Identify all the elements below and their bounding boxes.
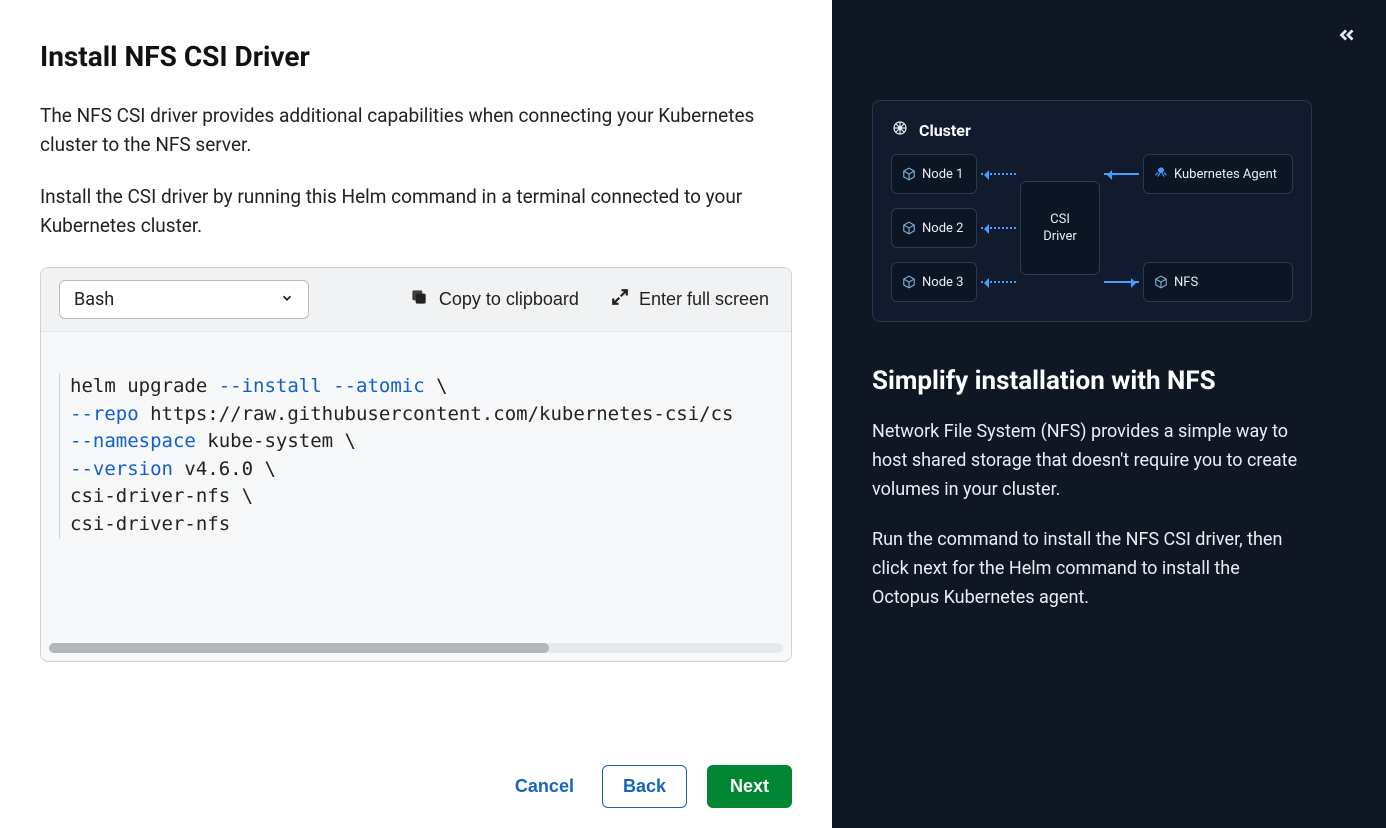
side-panel-title: Simplify installation with NFS [872,366,1346,396]
cluster-header: Cluster [891,119,1293,141]
nfs-tile: NFS [1143,262,1293,302]
cube-icon [902,167,916,181]
csi-line2: Driver [1043,229,1077,244]
node-label: Node 2 [922,221,963,236]
octopus-icon [1154,165,1168,183]
nfs-label: NFS [1174,275,1198,290]
code-block: Bash Copy to clipboard Enter full screen… [40,267,792,662]
horizontal-scrollbar[interactable] [49,643,783,653]
fullscreen-button[interactable]: Enter full screen [607,282,773,317]
next-button[interactable]: Next [707,765,792,808]
fullscreen-button-label: Enter full screen [639,289,769,310]
architecture-diagram: Cluster Node 1 CSI Driver Kubernetes Age… [872,100,1312,322]
node-tile: Node 2 [891,208,977,248]
cube-icon [902,221,916,235]
scroll-thumb[interactable] [49,643,549,653]
node-label: Node 1 [922,167,963,182]
expand-icon [611,288,629,311]
cluster-label: Cluster [919,121,971,140]
node-tile: Node 3 [891,262,977,302]
cancel-button[interactable]: Cancel [507,766,582,807]
footer-actions: Cancel Back Next [40,741,792,808]
csi-line1: CSI [1050,212,1070,227]
cube-icon [1154,275,1168,289]
intro-text: The NFS CSI driver provides additional c… [40,101,780,160]
back-button[interactable]: Back [602,765,687,808]
csi-driver-tile: CSI Driver [1020,181,1100,275]
copy-icon [409,287,429,312]
diagram-grid: Node 1 CSI Driver Kubernetes Agent Node … [891,153,1293,303]
agent-label: Kubernetes Agent [1174,167,1277,182]
code-toolbar: Bash Copy to clipboard Enter full screen [41,268,791,331]
language-select-value: Bash [74,289,114,310]
collapse-panel-icon[interactable] [1336,24,1358,50]
agent-tile: Kubernetes Agent [1143,154,1293,194]
language-select[interactable]: Bash [59,280,309,319]
kubernetes-wheel-icon [891,119,909,141]
node-tile: Node 1 [891,154,977,194]
side-panel: Cluster Node 1 CSI Driver Kubernetes Age… [832,0,1386,828]
side-panel-paragraph: Run the command to install the NFS CSI d… [872,526,1302,612]
copy-button[interactable]: Copy to clipboard [405,281,583,318]
node-label: Node 3 [922,275,963,290]
code-body[interactable]: helm upgrade --install --atomic \ --repo… [41,331,791,661]
instruction-text: Install the CSI driver by running this H… [40,182,780,241]
page-title: Install NFS CSI Driver [40,40,792,73]
main-pane: Install NFS CSI Driver The NFS CSI drive… [0,0,832,828]
side-panel-paragraph: Network File System (NFS) provides a sim… [872,418,1302,504]
chevron-down-icon [280,289,294,310]
copy-button-label: Copy to clipboard [439,289,579,310]
cube-icon [902,275,916,289]
